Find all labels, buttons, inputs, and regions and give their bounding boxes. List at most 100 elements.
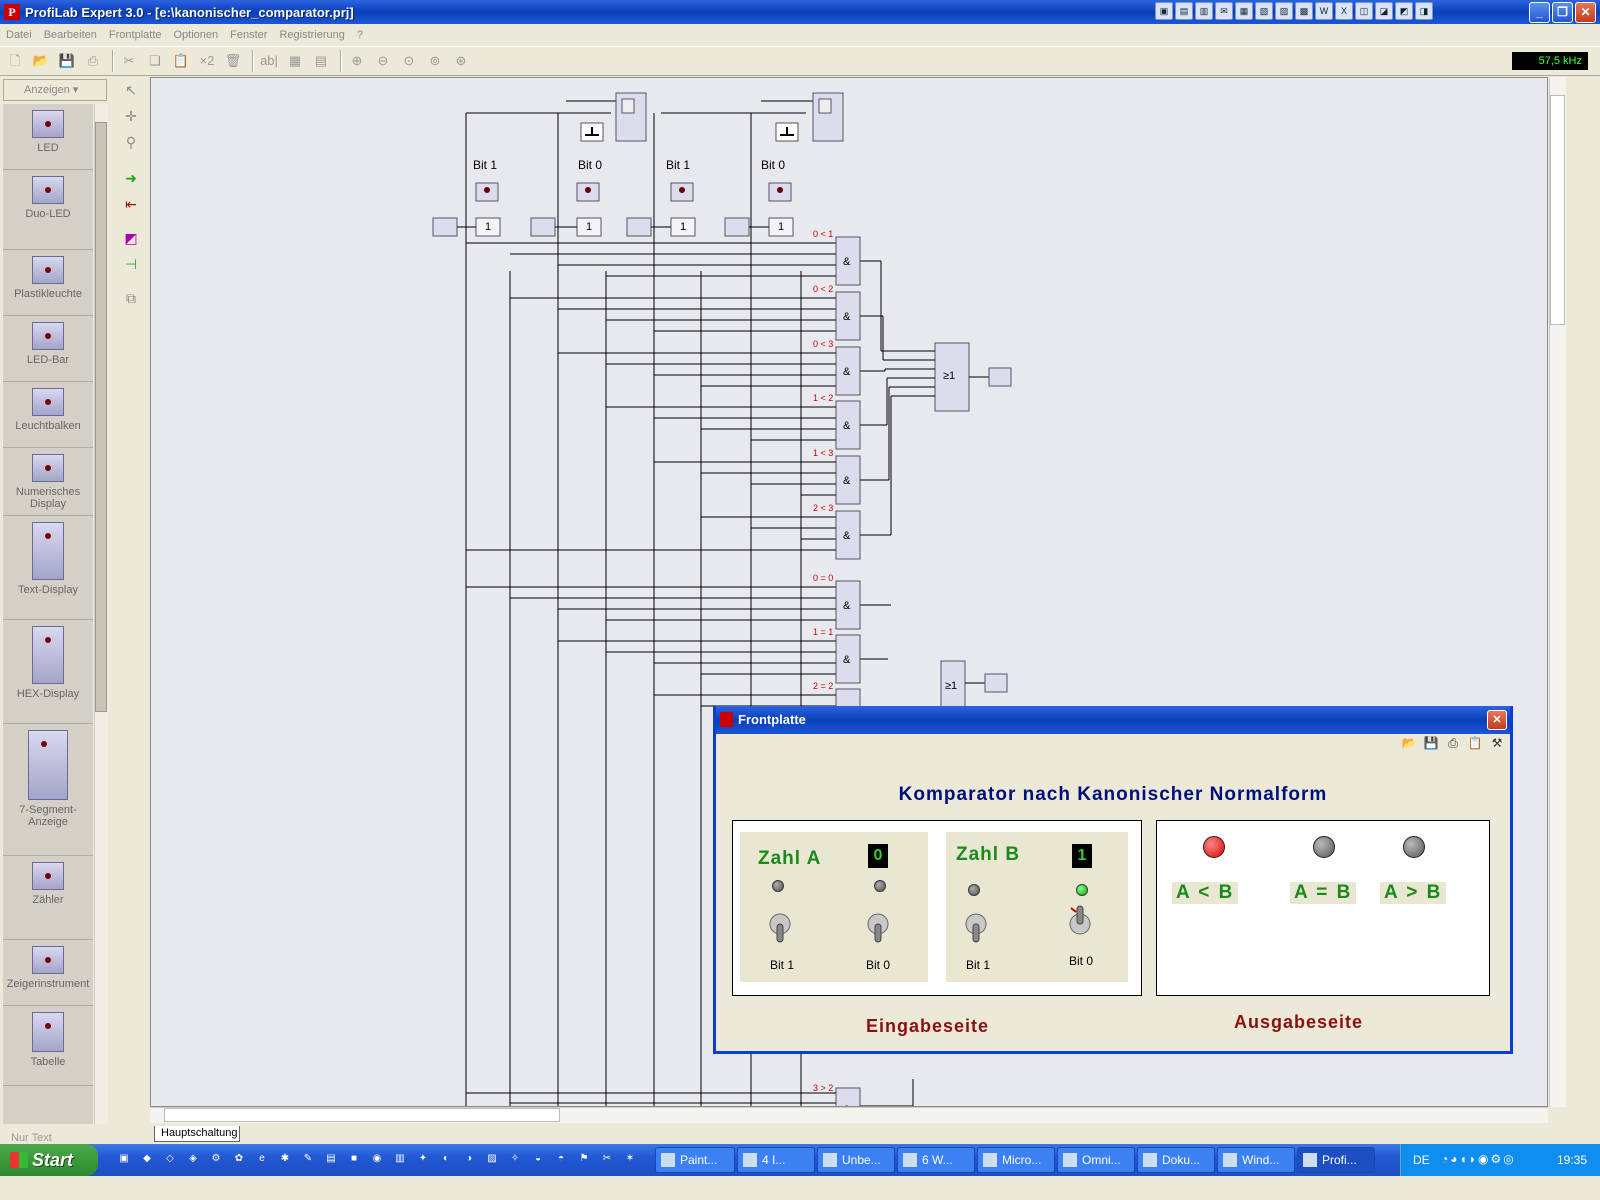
task-unbenannt[interactable]: Unbe... bbox=[817, 1147, 895, 1173]
menu-bearbeiten[interactable]: Bearbeiten bbox=[38, 29, 103, 41]
desktop-icon[interactable]: ▣ bbox=[114, 1148, 134, 1170]
app-icon[interactable]: ◓ bbox=[551, 1148, 571, 1170]
menu-optionen[interactable]: Optionen bbox=[168, 29, 225, 41]
sheet-tab-hauptschaltung[interactable]: Hauptschaltung bbox=[154, 1126, 240, 1142]
palette-item-text-display[interactable]: Text-Display bbox=[3, 516, 93, 620]
app-shortcut-icon[interactable]: ▨ bbox=[1275, 2, 1293, 20]
palette-item-duo-led[interactable]: Duo-LED bbox=[3, 170, 93, 250]
task-explorer[interactable]: 6 W... bbox=[897, 1147, 975, 1173]
grid-icon[interactable]: ▦ bbox=[284, 50, 306, 72]
app-icon[interactable]: ◑ bbox=[459, 1148, 479, 1170]
menu-fenster[interactable]: Fenster bbox=[224, 29, 273, 41]
ie-icon[interactable]: e bbox=[252, 1148, 272, 1170]
excel-icon[interactable]: X bbox=[1335, 2, 1353, 20]
zoom-fit-icon[interactable]: ⊙ bbox=[398, 50, 420, 72]
zahl-b-bit1-switch[interactable] bbox=[964, 910, 988, 944]
duplicate-icon[interactable]: ×2 bbox=[196, 50, 218, 72]
app-shortcut-icon[interactable]: ◪ bbox=[1375, 2, 1393, 20]
task-ie[interactable]: 4 I... bbox=[737, 1147, 815, 1173]
task-profilab[interactable]: Profi... bbox=[1297, 1147, 1375, 1173]
task-omni[interactable]: Omni... bbox=[1057, 1147, 1135, 1173]
zoom-in-icon[interactable]: ⊕ bbox=[346, 50, 368, 72]
palette-item-zeigerinstrument[interactable]: Zeigerinstrument bbox=[3, 940, 93, 1006]
menu-datei[interactable]: Datei bbox=[0, 29, 38, 41]
menu-frontplatte[interactable]: Frontplatte bbox=[103, 29, 168, 41]
app-icon[interactable]: ◆ bbox=[137, 1148, 157, 1170]
hilo-icon[interactable]: ◩ bbox=[118, 226, 144, 250]
palette-item-led[interactable]: LED bbox=[3, 104, 93, 170]
app-icon[interactable]: ✿ bbox=[229, 1148, 249, 1170]
stop-arrow-icon[interactable]: ⇤ bbox=[118, 192, 144, 216]
app-icon[interactable]: ✱ bbox=[275, 1148, 295, 1170]
app-icon[interactable]: ◈ bbox=[183, 1148, 203, 1170]
app-icon[interactable]: ✶ bbox=[620, 1148, 640, 1170]
close-button[interactable]: ✕ bbox=[1575, 2, 1596, 23]
zahl-a-bit1-switch[interactable] bbox=[768, 910, 792, 944]
print-icon[interactable]: ⎙ bbox=[82, 50, 104, 72]
app-icon[interactable]: ◒ bbox=[528, 1148, 548, 1170]
open-folder-icon[interactable]: 📂 bbox=[30, 50, 52, 72]
app-shortcut-icon[interactable]: ◨ bbox=[1415, 2, 1433, 20]
cut-icon[interactable]: ✂ bbox=[118, 50, 140, 72]
app-icon[interactable]: ▥ bbox=[390, 1148, 410, 1170]
app-icon[interactable]: ✧ bbox=[505, 1148, 525, 1170]
palette-scroll-thumb[interactable] bbox=[95, 122, 107, 712]
minimize-button[interactable]: _ bbox=[1529, 2, 1550, 23]
tools-icon[interactable]: ⚒ bbox=[1488, 736, 1506, 752]
window-switch-icon[interactable]: ⧉ bbox=[118, 286, 144, 310]
palette-item-numerisches-display[interactable]: Numerisches Display bbox=[3, 448, 93, 516]
app-icon[interactable]: ✎ bbox=[298, 1148, 318, 1170]
delete-icon[interactable]: 🗑 bbox=[222, 50, 244, 72]
app-shortcut-icon[interactable]: ◫ bbox=[1355, 2, 1373, 20]
new-file-icon[interactable]: 🗋 bbox=[4, 50, 26, 72]
mail-icon[interactable]: ✉ bbox=[1215, 2, 1233, 20]
zoom-out-icon[interactable]: ⊖ bbox=[372, 50, 394, 72]
connector-icon[interactable]: ⊣ bbox=[118, 252, 144, 276]
zoom-select-icon[interactable]: ⊛ bbox=[450, 50, 472, 72]
menu-registrierung[interactable]: Registrierung bbox=[273, 29, 350, 41]
app-icon[interactable]: ▤ bbox=[321, 1148, 341, 1170]
app-icon[interactable]: ▨ bbox=[482, 1148, 502, 1170]
zahl-b-bit0-switch[interactable] bbox=[1068, 904, 1092, 938]
pointer-icon[interactable]: ↖ bbox=[118, 78, 144, 102]
crosshair-icon[interactable]: ✛ bbox=[118, 104, 144, 128]
palette-item-hex-display[interactable]: HEX-Display bbox=[3, 620, 93, 724]
run-arrow-icon[interactable]: ➜ bbox=[118, 166, 144, 190]
app-shortcut-icon[interactable]: ▣ bbox=[1155, 2, 1173, 20]
open-folder-icon[interactable]: 📂 bbox=[1400, 736, 1418, 752]
print-icon[interactable]: ⎙ bbox=[1444, 736, 1462, 752]
zahl-a-bit0-switch[interactable] bbox=[866, 910, 890, 944]
app-icon[interactable]: ⚑ bbox=[574, 1148, 594, 1170]
app-icon[interactable]: ◇ bbox=[160, 1148, 180, 1170]
word-icon[interactable]: W bbox=[1315, 2, 1333, 20]
task-paint[interactable]: Paint... bbox=[655, 1147, 735, 1173]
restore-button[interactable]: ❐ bbox=[1552, 2, 1573, 23]
list-icon[interactable]: ▤ bbox=[310, 50, 332, 72]
palette-item-zaehler[interactable]: Zähler bbox=[3, 856, 93, 940]
app-shortcut-icon[interactable]: ▤ bbox=[1175, 2, 1193, 20]
palette-item-tabelle[interactable]: Tabelle bbox=[3, 1006, 93, 1086]
palette-item-leuchtbalken[interactable]: Leuchtbalken bbox=[3, 382, 93, 448]
app-icon[interactable]: ⚙ bbox=[206, 1148, 226, 1170]
canvas-vertical-thumb[interactable] bbox=[1550, 95, 1565, 325]
save-icon[interactable]: 💾 bbox=[1422, 736, 1440, 752]
paste-icon[interactable]: 📋 bbox=[170, 50, 192, 72]
magnifier-icon[interactable]: ⚲ bbox=[118, 130, 144, 154]
task-windows[interactable]: Wind... bbox=[1217, 1147, 1295, 1173]
copy-icon[interactable]: ❏ bbox=[144, 50, 166, 72]
palette-category-select[interactable]: Anzeigen ▾ bbox=[3, 79, 107, 101]
app-icon[interactable]: ■ bbox=[344, 1148, 364, 1170]
task-microsoft[interactable]: Micro... bbox=[977, 1147, 1055, 1173]
task-doku[interactable]: Doku... bbox=[1137, 1147, 1215, 1173]
save-icon[interactable]: 💾 bbox=[56, 50, 78, 72]
label-icon[interactable]: ab| bbox=[258, 50, 280, 72]
app-icon[interactable]: ✦ bbox=[413, 1148, 433, 1170]
menu-help[interactable]: ? bbox=[351, 29, 369, 41]
palette-item-7-segment[interactable]: 7-Segment-Anzeige bbox=[3, 724, 93, 856]
palette-item-led-bar[interactable]: LED-Bar bbox=[3, 316, 93, 382]
tray-icons[interactable]: ◔◕◖◗◉⚙◎ bbox=[1441, 1152, 1516, 1166]
app-shortcut-icon[interactable]: ▩ bbox=[1295, 2, 1313, 20]
app-icon[interactable]: ◉ bbox=[367, 1148, 387, 1170]
app-icon[interactable]: ✂ bbox=[597, 1148, 617, 1170]
app-icon[interactable]: ◐ bbox=[436, 1148, 456, 1170]
